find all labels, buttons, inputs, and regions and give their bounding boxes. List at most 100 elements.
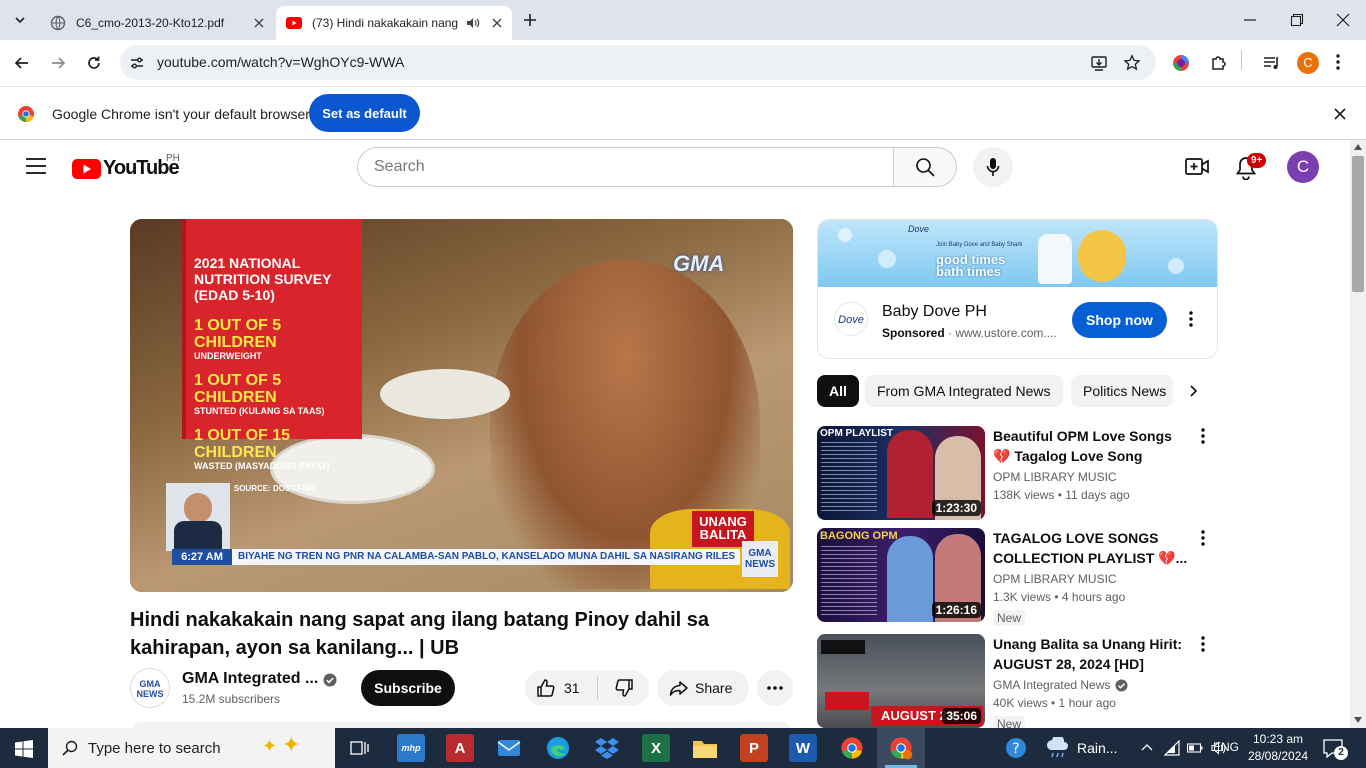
create-video-icon[interactable] xyxy=(1185,156,1209,178)
video-thumbnail[interactable]: BAGONG OPM 1:26:16 xyxy=(817,528,985,622)
taskbar-app-edge[interactable] xyxy=(544,734,572,762)
sign-language-interpreter xyxy=(166,483,230,551)
help-icon[interactable]: ? xyxy=(1005,737,1027,759)
shop-now-button[interactable]: Shop now xyxy=(1072,302,1167,338)
speaker-icon[interactable] xyxy=(466,17,480,29)
taskbar-app-mhp[interactable]: mhp xyxy=(397,734,425,762)
taskbar-app-mail[interactable] xyxy=(495,734,523,762)
search-button[interactable] xyxy=(893,147,957,187)
advertiser-name: Baby Dove PH xyxy=(882,303,987,320)
install-app-icon[interactable] xyxy=(1090,54,1108,72)
close-icon xyxy=(1336,13,1350,27)
minimize-button[interactable] xyxy=(1242,12,1258,28)
dove-bottle xyxy=(1038,234,1072,284)
clock-time[interactable]: 10:23 am xyxy=(1253,732,1303,746)
restore-button[interactable] xyxy=(1289,12,1305,28)
task-view-icon[interactable] xyxy=(350,739,370,757)
tab-search-button[interactable] xyxy=(8,8,32,32)
recommended-video[interactable]: BAGONG OPM 1:26:16 TAGALOG LOVE SONGS CO… xyxy=(817,528,1217,626)
taskbar-app-file-explorer[interactable] xyxy=(691,734,719,762)
youtube-logo[interactable]: YouTube xyxy=(72,157,180,180)
weather-rain-icon[interactable] xyxy=(1045,737,1071,759)
account-avatar[interactable]: C xyxy=(1287,151,1319,183)
ad-banner: Dove Join Baby Dove and Baby Shark good … xyxy=(818,220,1217,287)
taskbar-app-word[interactable]: W xyxy=(789,734,817,762)
chevron-up-icon[interactable] xyxy=(1141,743,1153,751)
scroll-up-arrow-icon[interactable] xyxy=(1354,144,1362,150)
recommended-video[interactable]: OPM PLAYLIST 1:23:30 Beautiful OPM Love … xyxy=(817,426,1217,521)
new-tab-button[interactable] xyxy=(520,10,540,30)
taskbar-active-app[interactable] xyxy=(877,728,925,768)
back-button[interactable] xyxy=(13,54,31,72)
kebab-menu-icon[interactable] xyxy=(1189,311,1193,327)
search-input[interactable]: Search xyxy=(357,147,894,187)
sponsored-ad-card[interactable]: Dove Join Baby Dove and Baby Shark good … xyxy=(817,219,1218,359)
share-button[interactable]: Share xyxy=(657,670,749,706)
video-title: Hindi nakakakain nang sapat ang ilang ba… xyxy=(130,609,710,659)
notification-badge: 9+ xyxy=(1247,153,1267,168)
wifi-icon[interactable] xyxy=(1164,740,1180,756)
taskbar-app-access[interactable]: A xyxy=(446,734,474,762)
subscribe-button[interactable]: Subscribe xyxy=(361,670,455,706)
voice-search-button[interactable] xyxy=(973,147,1013,187)
extension-colorful[interactable] xyxy=(1172,54,1190,72)
youtube-favicon-icon xyxy=(286,17,302,29)
share-arrow-icon xyxy=(669,681,688,696)
weather-text[interactable]: Rain... xyxy=(1077,740,1117,756)
battery-icon[interactable] xyxy=(1187,742,1203,754)
page-scrollbar[interactable] xyxy=(1350,140,1366,728)
kebab-menu-icon[interactable] xyxy=(1201,636,1205,652)
dislike-button[interactable] xyxy=(598,670,649,706)
chrome-menu-button[interactable] xyxy=(1335,53,1341,71)
windows-start-icon[interactable] xyxy=(15,740,33,758)
chip-all[interactable]: All xyxy=(817,375,859,407)
channel-avatar[interactable]: GMA NEWS xyxy=(130,668,170,708)
survey-stat-label: WASTED (MASYADONG PAYAT) xyxy=(194,461,330,471)
kebab-menu-icon[interactable] xyxy=(1201,428,1205,444)
close-icon[interactable] xyxy=(1333,107,1347,121)
recommended-video[interactable]: AUGUST 28, 35:06 Unang Balita sa Unang H… xyxy=(817,634,1217,728)
tab-youtube-active[interactable]: (73) Hindi nakakakain nang xyxy=(276,6,512,40)
kebab-menu-icon[interactable] xyxy=(1201,530,1205,546)
taskbar-app-excel[interactable]: X xyxy=(642,734,670,762)
set-default-button[interactable]: Set as default xyxy=(309,94,420,132)
taskbar-app-dropbox[interactable] xyxy=(593,734,621,762)
browser-tab-strip: C6_cmo-2013-20-Kto12.pdf (73) Hindi naka… xyxy=(0,0,1366,40)
lang-code[interactable]: ENG xyxy=(1213,740,1239,754)
scroll-down-arrow-icon[interactable] xyxy=(1354,717,1362,723)
like-dislike-group: 31 xyxy=(525,670,649,706)
bookmark-star-icon[interactable] xyxy=(1123,54,1141,72)
video-thumbnail[interactable]: AUGUST 28, 35:06 xyxy=(817,634,985,728)
more-actions-button[interactable] xyxy=(757,670,793,706)
extensions-button[interactable] xyxy=(1209,53,1229,73)
taskbar-search-box[interactable]: Type here to search ✦ ✦ xyxy=(48,728,335,768)
edge-icon xyxy=(547,737,569,759)
tab-pdf[interactable]: C6_cmo-2013-20-Kto12.pdf xyxy=(40,6,274,40)
taskbar-app-powerpoint[interactable]: P xyxy=(740,734,768,762)
video-duration: 1:23:30 xyxy=(931,500,981,516)
scrollbar-thumb[interactable] xyxy=(1352,156,1364,292)
channel-avatar-text: NEWS xyxy=(136,689,164,699)
channel-name[interactable]: GMA Integrated ... xyxy=(182,670,318,688)
video-thumbnail[interactable]: OPM PLAYLIST 1:23:30 xyxy=(817,426,985,520)
address-bar[interactable]: youtube.com/watch?v=WghOYc9-WWA xyxy=(120,45,1156,80)
hamburger-menu-icon[interactable] xyxy=(26,158,46,174)
corner-logo-text: GMA xyxy=(748,548,772,559)
profile-avatar[interactable]: C xyxy=(1297,52,1319,74)
close-icon[interactable] xyxy=(254,18,264,28)
forward-button[interactable] xyxy=(49,54,67,72)
video-player[interactable]: 2021 NATIONAL NUTRITION SURVEY (EDAD 5-1… xyxy=(130,219,793,592)
site-info-icon[interactable] xyxy=(128,54,146,72)
taskbar-app-chrome[interactable] xyxy=(838,734,866,762)
close-window-button[interactable] xyxy=(1335,12,1351,28)
like-button[interactable]: 31 xyxy=(525,670,597,706)
corner-logo-text: NEWS xyxy=(745,559,775,570)
media-control-button[interactable] xyxy=(1262,53,1282,73)
chevron-right-icon[interactable] xyxy=(1187,384,1201,398)
close-icon[interactable] xyxy=(492,18,502,28)
chip-from-gma[interactable]: From GMA Integrated News xyxy=(865,375,1063,407)
clock-date[interactable]: 28/08/2024 xyxy=(1248,749,1308,763)
chip-politics-news[interactable]: Politics News xyxy=(1071,375,1173,407)
browser-toolbar: youtube.com/watch?v=WghOYc9-WWA C xyxy=(0,40,1366,86)
reload-button[interactable] xyxy=(85,54,103,72)
